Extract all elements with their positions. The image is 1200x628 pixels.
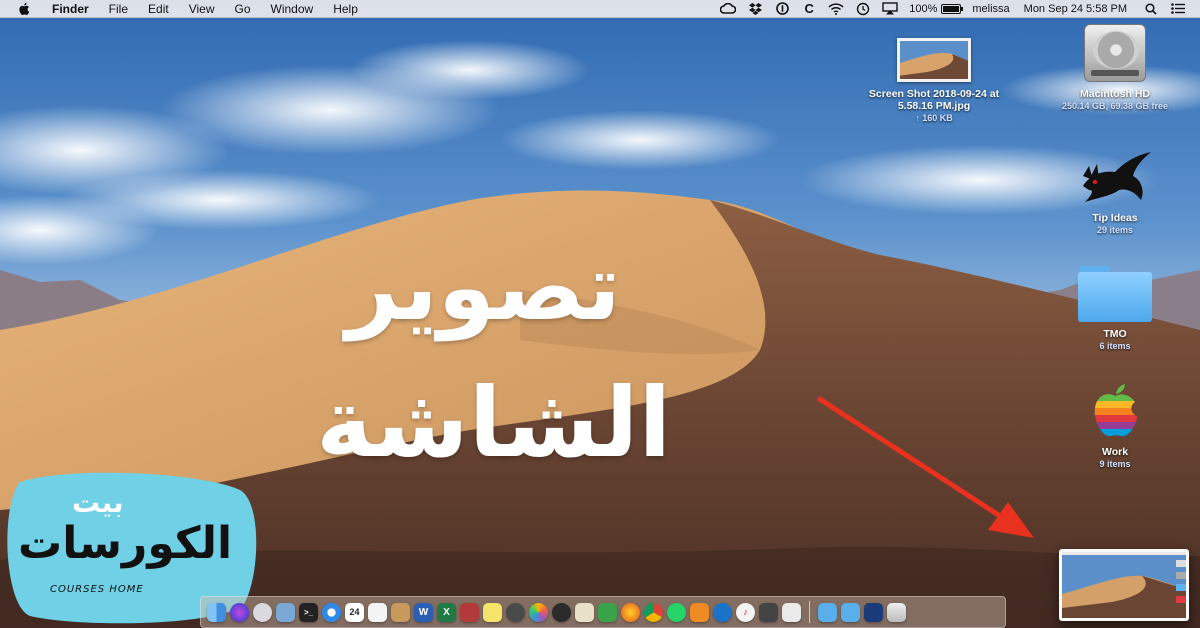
menu-view[interactable]: View (189, 0, 215, 18)
desktop-folder-work[interactable]: Work 9 items (1060, 382, 1170, 470)
fox-folder-icon (1075, 146, 1155, 206)
dock-stickies-icon[interactable] (483, 602, 502, 622)
dock-stocks-icon[interactable] (552, 602, 571, 622)
dock-numbers-icon[interactable] (598, 602, 617, 622)
dock-onepassword-icon[interactable] (713, 602, 732, 622)
desktop: Finder File Edit View Go Window Help C 1… (0, 0, 1200, 628)
desktop-drive-macintosh-hd[interactable]: Macintosh HD 250.14 GB, 69.38 GB free (1040, 24, 1190, 112)
desktop-file-screenshot[interactable]: Screen Shot 2018-09-24 at 5.58.16 PM.jpg… (844, 38, 1024, 124)
dock-launchpad-icon[interactable] (253, 602, 272, 622)
dock-pen-tool-icon[interactable] (759, 602, 778, 622)
menu-window[interactable]: Window (271, 0, 314, 18)
dock-screen-recorder-icon[interactable] (864, 602, 883, 622)
dock-textedit-icon[interactable] (368, 602, 387, 622)
desktop-folder-tmo[interactable]: TMO 6 items (1060, 266, 1170, 352)
dock-firefox-icon[interactable] (621, 602, 640, 622)
dock-photos-icon[interactable] (529, 602, 548, 622)
screenshot-file-icon (897, 38, 971, 82)
dock-photobooth-icon[interactable] (460, 602, 479, 622)
folder-name: Work (1101, 446, 1129, 458)
wifi-icon[interactable] (828, 2, 844, 16)
menu-file[interactable]: File (109, 0, 128, 18)
file-name-line1: Screen Shot 2018-09-24 at (868, 88, 1000, 100)
dock-trash-icon[interactable] (887, 602, 906, 622)
drive-name: Macintosh HD (1079, 88, 1150, 100)
battery-percent[interactable]: 100% (909, 3, 937, 15)
rainbow-apple-icon (1089, 382, 1141, 440)
dock-whatsapp-icon[interactable] (667, 602, 686, 622)
dock-keynote-icon[interactable] (782, 602, 801, 622)
notification-center-icon[interactable] (1170, 2, 1186, 16)
spotlight-search-icon[interactable] (1143, 2, 1159, 16)
dock-documents-folder-icon[interactable] (841, 602, 860, 622)
dock-preview-icon[interactable] (276, 602, 295, 622)
clock[interactable]: Mon Sep 24 5:58 PM (1024, 3, 1127, 15)
time-machine-icon[interactable] (855, 2, 871, 16)
hard-drive-icon (1084, 24, 1146, 82)
dock: >_ 24 W X ♪ (200, 596, 1006, 628)
dock-pages-icon[interactable] (690, 602, 709, 622)
dock-siri-icon[interactable] (230, 602, 249, 622)
drive-capacity: 250.14 GB, 69.38 GB free (1061, 101, 1169, 111)
file-size: ↑ 160 KB (915, 113, 953, 123)
file-name-line2: 5.58.16 PM.jpg (897, 100, 971, 112)
folder-name: TMO (1103, 328, 1127, 340)
onepassword-icon[interactable] (774, 2, 790, 16)
screenshot-preview-image (1062, 552, 1186, 618)
dock-excel-icon[interactable]: X (437, 602, 456, 622)
dock-separator (809, 601, 810, 623)
folder-item-count: 9 items (1099, 459, 1131, 469)
folder-item-count: 6 items (1099, 341, 1131, 351)
brand-large-text: الكورسات (18, 518, 233, 569)
menu-finder[interactable]: Finder (52, 0, 89, 18)
dock-quicktime-icon[interactable] (506, 602, 525, 622)
dock-word-icon[interactable]: W (414, 602, 433, 622)
user-name[interactable]: melissa (972, 3, 1009, 15)
battery-icon[interactable] (941, 3, 964, 14)
creative-cloud-icon[interactable] (720, 2, 737, 16)
apple-menu-icon[interactable] (18, 1, 32, 17)
folder-name: Tip Ideas (1092, 212, 1138, 224)
menu-bar: Finder File Edit View Go Window Help C 1… (0, 0, 1200, 18)
overlay-title-line2: الشاشة (316, 367, 672, 479)
desktop-folder-tip-ideas[interactable]: Tip Ideas 29 items (1060, 146, 1170, 236)
menu-help[interactable]: Help (333, 0, 358, 18)
dock-finder-icon[interactable] (207, 602, 226, 622)
dock-itunes-icon[interactable]: ♪ (736, 602, 755, 622)
dock-notes-board-icon[interactable] (391, 602, 410, 622)
dock-terminal-icon[interactable]: >_ (299, 602, 318, 622)
dock-photo-viewer-icon[interactable] (575, 602, 594, 622)
screenshot-preview-thumbnail[interactable] (1059, 549, 1189, 621)
folder-item-count: 29 items (1096, 225, 1134, 235)
folder-icon (1078, 266, 1152, 322)
dock-chrome-icon[interactable] (644, 602, 663, 622)
menu-go[interactable]: Go (235, 0, 251, 18)
brand-latin-text: COURSES HOME (50, 584, 144, 595)
menu-edit[interactable]: Edit (148, 0, 169, 18)
ccleaner-icon[interactable]: C (801, 1, 817, 16)
overlay-title-line1: تصوير (346, 234, 621, 341)
airplay-icon[interactable] (882, 2, 898, 16)
brand-small-text: بيت (72, 486, 124, 519)
dock-downloads-folder-icon[interactable] (818, 602, 837, 622)
dock-safari-icon[interactable] (322, 602, 341, 622)
dropbox-icon[interactable] (747, 2, 763, 16)
dock-calendar-icon[interactable]: 24 (345, 602, 364, 622)
